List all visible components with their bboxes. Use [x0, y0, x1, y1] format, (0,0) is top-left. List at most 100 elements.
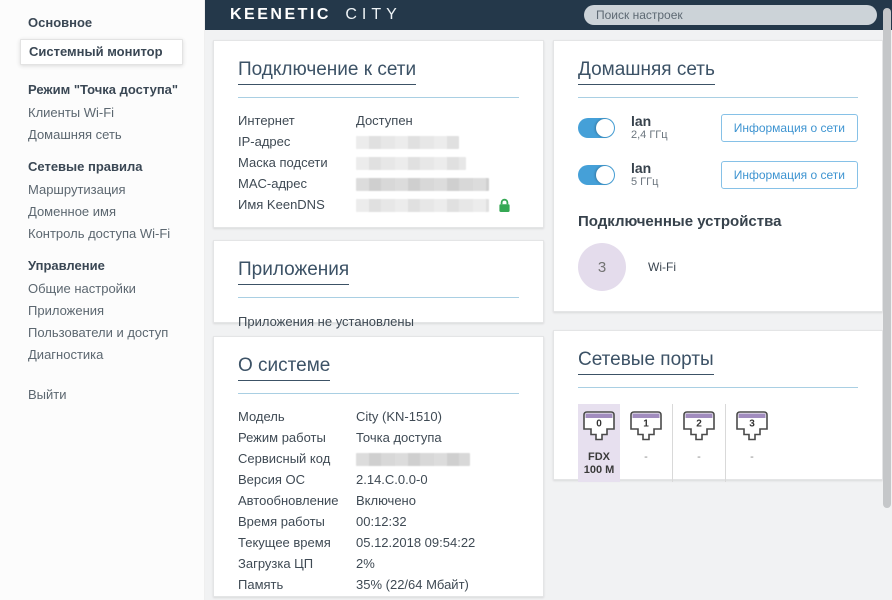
keenetic-logo: KEENETIC CITY: [230, 6, 402, 24]
network-card-title-link[interactable]: Подключение к сети: [238, 59, 416, 85]
ethernet-port[interactable]: 0 FDX100 M: [578, 404, 620, 482]
wifi-network-row: lan 5 ГГц Информация о сети: [578, 161, 858, 189]
sidebar-item[interactable]: Клиенты Wi-Fi: [28, 106, 194, 120]
sidebar-item[interactable]: Контроль доступа Wi-Fi: [28, 227, 194, 241]
info-value: [356, 177, 519, 191]
sidebar-item[interactable]: Домашняя сеть: [28, 128, 194, 142]
card-divider: [578, 387, 858, 388]
wifi-band: 2,4 ГГц: [631, 129, 668, 142]
info-label: Загрузка ЦП: [238, 557, 356, 571]
ethernet-port[interactable]: 2 -: [678, 404, 720, 482]
info-row: Время работы 00:12:32: [238, 515, 519, 529]
info-row: Имя KeenDNS: [238, 198, 519, 213]
apps-card-title-link[interactable]: Приложения: [238, 259, 349, 285]
card-network-ports: Сетевые порты 0 FDX100 M 1 -: [553, 330, 883, 480]
info-label: MAC-адрес: [238, 177, 356, 191]
sidebar-item[interactable]: Системный монитор: [20, 39, 183, 65]
card-divider: [238, 393, 519, 394]
ethernet-port-icon: 0: [582, 410, 616, 442]
info-label: Время работы: [238, 515, 356, 529]
sidebar-sections: Основное Системный монитор Режим "Точка д…: [0, 15, 204, 362]
info-label: IP-адрес: [238, 135, 356, 149]
info-label: Режим работы: [238, 431, 356, 445]
info-row: Текущее время 05.12.2018 09:54:22: [238, 536, 519, 550]
info-value: [356, 156, 519, 170]
lock-icon: [498, 198, 511, 213]
sidebar-item-logout[interactable]: Выйти: [28, 388, 194, 402]
info-value: 2.14.C.0.0-0: [356, 473, 519, 487]
sidebar-section-title: Основное: [28, 15, 194, 30]
port-group-divider: [725, 404, 726, 482]
info-value: 05.12.2018 09:54:22: [356, 536, 519, 550]
wifi-network-row: lan 2,4 ГГц Информация о сети: [578, 114, 858, 142]
sidebar-item[interactable]: Доменное имя: [28, 205, 194, 219]
system-info-rows: Модель City (KN-1510) Режим работы Точка…: [238, 410, 519, 592]
sidebar-item[interactable]: Пользователи и доступ: [28, 326, 194, 340]
port-status: FDX100 M: [578, 451, 620, 477]
wifi-list: lan 2,4 ГГц Информация о сети lan 5 ГГц …: [578, 114, 858, 189]
card-applications: Приложения Приложения не установлены: [213, 240, 544, 323]
info-row: Маска подсети: [238, 156, 519, 170]
svg-text:1: 1: [643, 419, 649, 430]
app-root: Основное Системный монитор Режим "Точка д…: [0, 0, 892, 600]
system-card-title-link[interactable]: О системе: [238, 355, 330, 381]
svg-text:2: 2: [696, 419, 702, 430]
sidebar-section-title: Режим "Точка доступа": [28, 82, 194, 97]
info-label: Автообновление: [238, 494, 356, 508]
scrollbar-thumb[interactable]: [883, 8, 891, 508]
apps-empty-text: Приложения не установлены: [238, 314, 519, 329]
device-type-label: Wi-Fi: [648, 260, 676, 274]
info-value: 35% (22/64 Мбайт): [356, 578, 519, 592]
info-label: Интернет: [238, 114, 356, 128]
sidebar-item[interactable]: Общие настройки: [28, 282, 194, 296]
sidebar-item[interactable]: Диагностика: [28, 348, 194, 362]
info-row: Версия ОС 2.14.C.0.0-0: [238, 473, 519, 487]
card-divider: [238, 97, 519, 98]
ports-card-title-link[interactable]: Сетевые порты: [578, 349, 714, 375]
search-input[interactable]: [584, 5, 877, 25]
info-row: IP-адрес: [238, 135, 519, 149]
info-label: Имя KeenDNS: [238, 198, 356, 213]
logo-brand: KEENETIC: [230, 6, 331, 23]
redacted-value: [356, 136, 459, 149]
network-info-button[interactable]: Информация о сети: [721, 161, 858, 189]
info-value: [356, 135, 519, 149]
ethernet-port[interactable]: 1 -: [625, 404, 667, 482]
home-network-card-title-link[interactable]: Домашняя сеть: [578, 59, 715, 85]
info-value: Точка доступа: [356, 431, 519, 445]
ethernet-port-icon: 2: [682, 410, 716, 442]
info-row: Режим работы Точка доступа: [238, 431, 519, 445]
sidebar-section-title: Управление: [28, 258, 194, 273]
info-label: Текущее время: [238, 536, 356, 550]
info-label: Сервисный код: [238, 452, 356, 466]
redacted-value: [356, 157, 466, 170]
wifi-toggle[interactable]: [578, 118, 615, 138]
device-count-badge: 3: [578, 243, 626, 291]
info-row: Автообновление Включено: [238, 494, 519, 508]
info-value: [356, 198, 519, 213]
port-group-divider: [672, 404, 673, 482]
info-value: City (KN-1510): [356, 410, 519, 424]
wifi-ssid: lan: [631, 161, 658, 176]
wifi-toggle[interactable]: [578, 165, 615, 185]
connected-devices-title: Подключенные устройства: [578, 213, 858, 230]
info-row: Загрузка ЦП 2%: [238, 557, 519, 571]
sidebar-item[interactable]: Маршрутизация: [28, 183, 194, 197]
connected-devices-item[interactable]: 3 Wi-Fi: [578, 243, 858, 291]
ethernet-port-icon: 3: [735, 410, 769, 442]
port-status: -: [731, 451, 773, 464]
wifi-band: 5 ГГц: [631, 176, 658, 189]
network-info-rows: Интернет Доступен IP-адрес Маска подсети…: [238, 114, 519, 213]
info-row: Интернет Доступен: [238, 114, 519, 128]
info-value: Доступен: [356, 114, 519, 128]
ports-row: 0 FDX100 M 1 - 2 -: [578, 404, 858, 482]
redacted-value: [356, 199, 489, 212]
network-info-button[interactable]: Информация о сети: [721, 114, 858, 142]
sidebar-section-title: Сетевые правила: [28, 159, 194, 174]
info-value: 2%: [356, 557, 519, 571]
info-value: 00:12:32: [356, 515, 519, 529]
sidebar-section: Основное Системный монитор: [0, 15, 204, 65]
port-status: -: [625, 451, 667, 464]
ethernet-port[interactable]: 3 -: [731, 404, 773, 482]
sidebar-item[interactable]: Приложения: [28, 304, 194, 318]
